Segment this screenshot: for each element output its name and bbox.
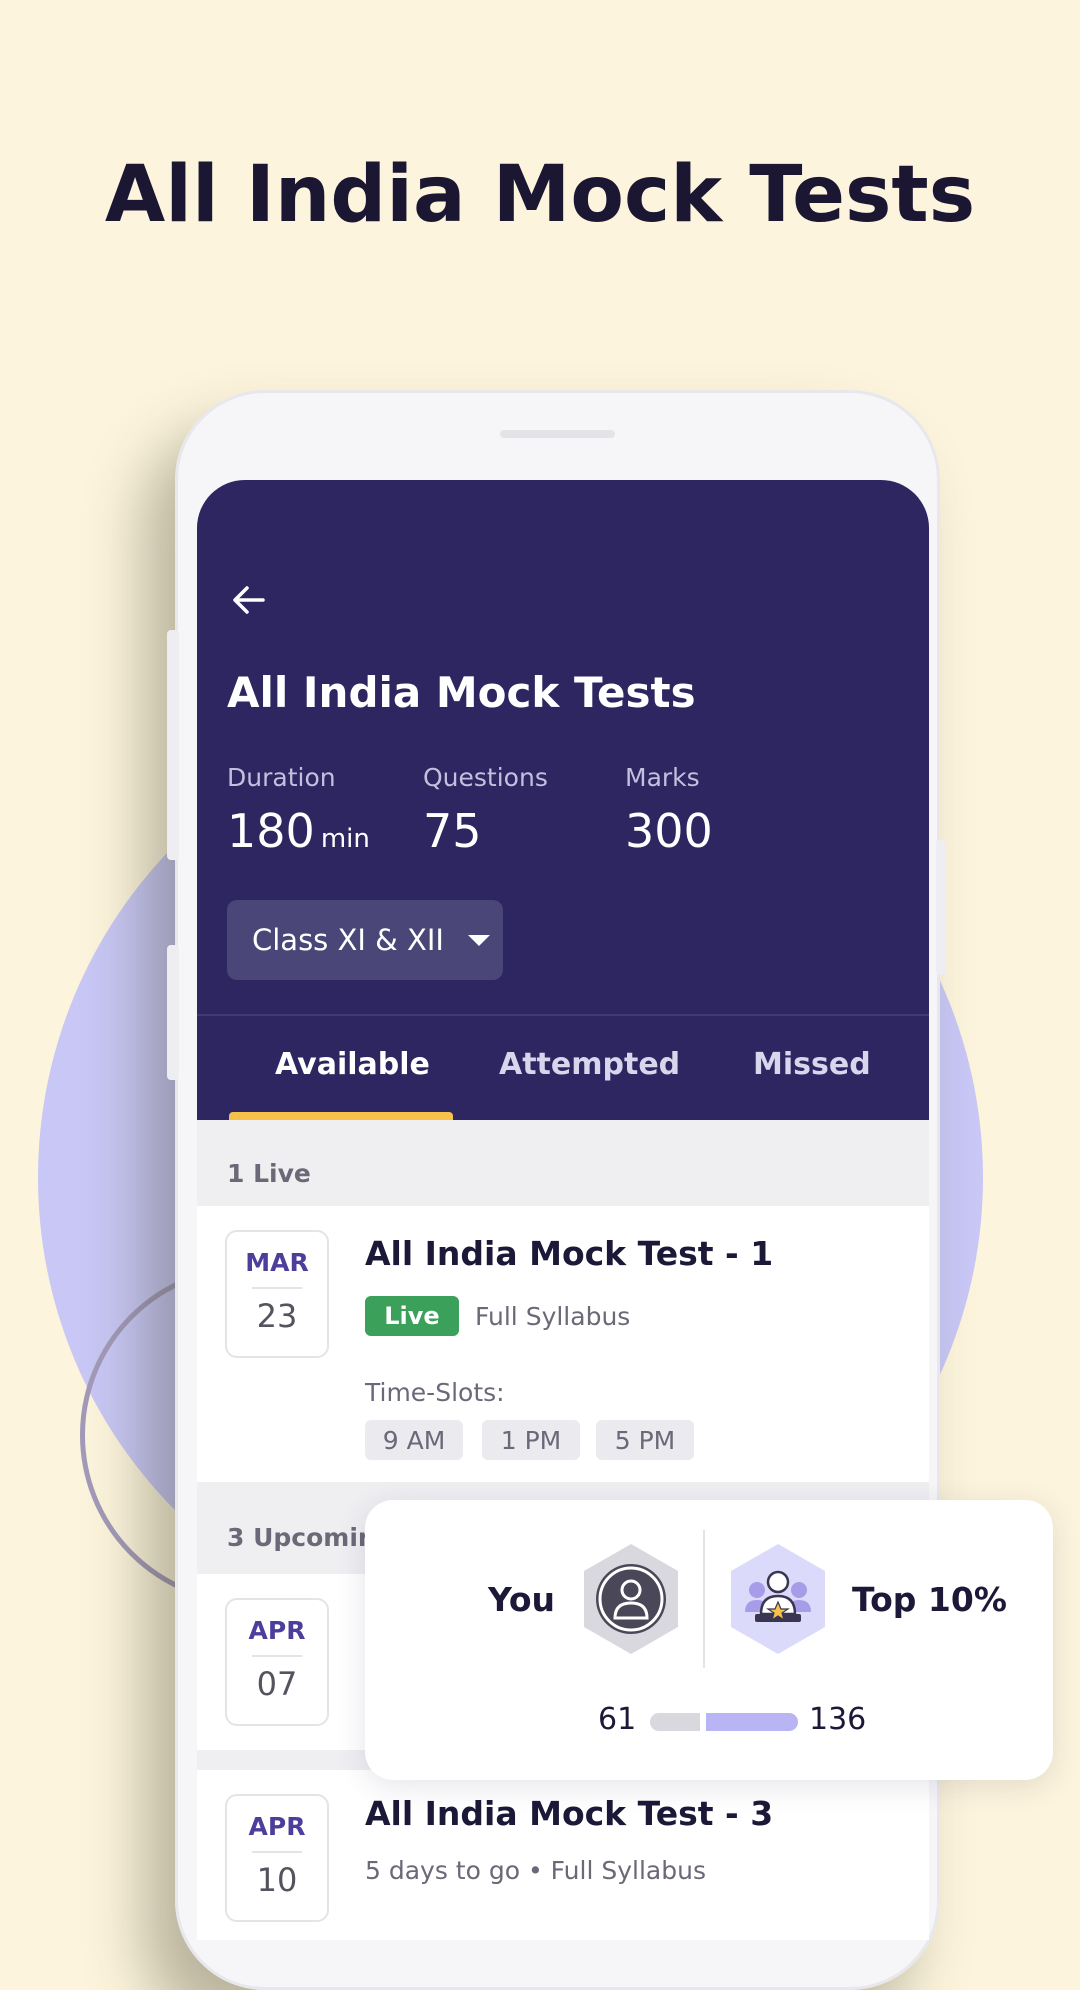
time-slots-label: Time-Slots:	[365, 1378, 505, 1407]
test-card[interactable]: APR 10 All India Mock Test - 3 5 days to…	[197, 1770, 929, 1940]
stat-marks: Marks 300	[625, 763, 713, 858]
stat-value: 300	[625, 804, 713, 858]
time-slot-chip[interactable]: 5 PM	[596, 1420, 694, 1460]
promo-headline: All India Mock Tests	[104, 150, 976, 240]
tab-available[interactable]: Available	[275, 1047, 430, 1082]
time-slot-chip[interactable]: 1 PM	[482, 1420, 580, 1460]
section-live-label: 1 Live	[227, 1159, 311, 1188]
rank-comparison-card: You Top 10% 61 136	[365, 1500, 1053, 1780]
phone-speaker	[500, 430, 615, 438]
tab-missed[interactable]: Missed	[753, 1047, 871, 1082]
date-box: APR 07	[225, 1598, 329, 1726]
you-rank-bar	[650, 1713, 700, 1731]
test-title: All India Mock Test - 3	[365, 1794, 774, 1833]
top-percent-label: Top 10%	[852, 1580, 1007, 1619]
date-day: 10	[256, 1861, 298, 1899]
app-header: All India Mock Tests Duration 180 min Que…	[197, 480, 929, 1120]
time-slot-chip[interactable]: 9 AM	[365, 1420, 463, 1460]
you-rank-number: 61	[598, 1702, 637, 1737]
class-dropdown[interactable]: Class XI & XII	[227, 900, 503, 980]
rank-divider	[703, 1530, 705, 1668]
stat-value: 180 min	[227, 804, 370, 858]
you-label: You	[488, 1580, 556, 1619]
stat-label: Duration	[227, 763, 336, 792]
date-box: MAR 23	[225, 1230, 329, 1358]
date-separator	[252, 1287, 302, 1289]
stat-questions: Questions 75	[423, 763, 548, 858]
date-box: APR 10	[225, 1794, 329, 1922]
date-day: 07	[256, 1665, 298, 1703]
stat-unit: min	[320, 824, 370, 854]
top-rank-bar	[706, 1713, 798, 1731]
caret-down-icon	[467, 934, 490, 946]
test-subtitle: 5 days to go • Full Syllabus	[365, 1856, 706, 1885]
phone-side-button	[936, 840, 946, 975]
tab-attempted[interactable]: Attempted	[499, 1047, 680, 1082]
section-upcoming-label: 3 Upcomin	[227, 1523, 376, 1552]
stat-number: 180	[227, 804, 315, 858]
page-title: All India Mock Tests	[227, 668, 696, 717]
syllabus-text: Full Syllabus	[475, 1302, 631, 1331]
test-card[interactable]: MAR 23 All India Mock Test - 1 Live Full…	[197, 1206, 929, 1482]
stat-label: Marks	[625, 763, 700, 792]
phone-side-button	[167, 630, 179, 860]
test-title: All India Mock Test - 1	[365, 1234, 774, 1273]
date-month: APR	[248, 1616, 306, 1645]
date-day: 23	[256, 1297, 298, 1335]
tabs-divider	[197, 1014, 929, 1016]
back-arrow-icon[interactable]	[229, 580, 269, 620]
date-separator	[252, 1655, 302, 1657]
date-month: MAR	[245, 1248, 309, 1277]
live-badge: Live	[365, 1296, 459, 1336]
stat-label: Questions	[423, 763, 548, 792]
stat-duration: Duration 180 min	[227, 763, 370, 858]
top-rank-number: 136	[809, 1702, 867, 1737]
user-avatar-icon	[584, 1544, 678, 1654]
phone-side-button	[167, 945, 179, 1080]
class-dropdown-value: Class XI & XII	[252, 923, 444, 957]
date-month: APR	[248, 1812, 306, 1841]
active-tab-indicator	[229, 1112, 453, 1120]
group-trophy-icon	[731, 1544, 825, 1654]
date-separator	[252, 1851, 302, 1853]
stat-value: 75	[423, 804, 482, 858]
